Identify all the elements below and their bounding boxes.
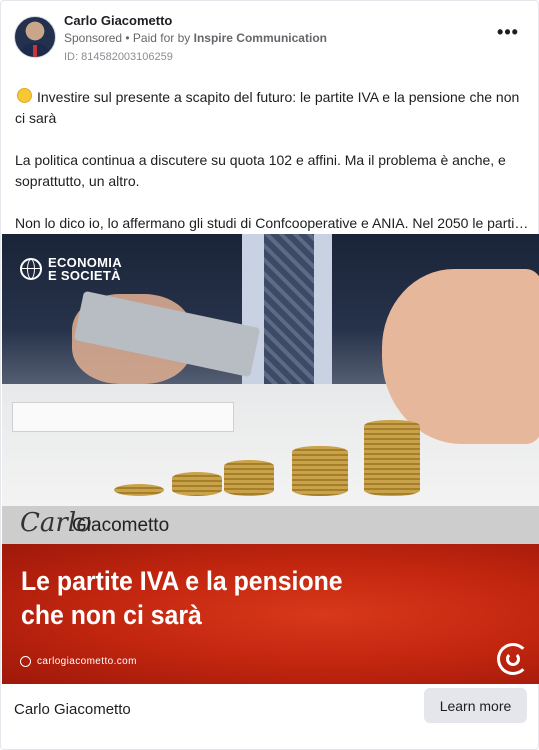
advertiser-avatar[interactable] [14, 16, 56, 58]
signature-surname: Giacometto [72, 515, 170, 536]
coin-stack [292, 446, 348, 496]
learn-more-button[interactable]: Learn more [424, 688, 527, 723]
globe-icon [20, 258, 42, 280]
small-globe-icon [20, 656, 31, 667]
signature-banner: Carlo Giacometto [2, 506, 539, 544]
footer-advertiser-name[interactable]: Carlo Giacometto [14, 701, 131, 718]
photo-right-hand [382, 269, 539, 444]
post-text: Investire sul presente a scapito del fut… [15, 87, 530, 234]
ad-creative-image[interactable]: ECONOMIA E SOCIETÀ Carlo Giacometto Le pa… [2, 234, 539, 684]
photo-notebook [12, 402, 234, 432]
coin-stack [364, 420, 420, 496]
coin-stack [172, 472, 222, 496]
paid-for-by: Inspire Communication [193, 31, 327, 45]
economia-societa-text: ECONOMIA E SOCIETÀ [48, 256, 122, 282]
headline: Le partite IVA e la pensione che non ci … [21, 564, 463, 632]
photo-tie [264, 234, 314, 384]
paid-for-prefix: • Paid for by [122, 31, 194, 45]
sponsored-label: Sponsored [64, 31, 123, 45]
post-line-2: La politica continua a discutere su quot… [15, 152, 506, 189]
coin-stack [224, 460, 274, 496]
ad-id: ID: 814582003106259 [64, 51, 173, 63]
post-line-1-text: Investire sul presente a scapito del fut… [15, 89, 520, 126]
sponsored-line: Sponsored • Paid for by Inspire Communic… [64, 31, 327, 45]
headline-banner: Le partite IVA e la pensione che non ci … [2, 544, 539, 684]
coin-stack [114, 484, 164, 496]
headline-line-2: che non ci sarà [21, 600, 202, 630]
website: carlogiacometto.com [20, 656, 137, 667]
logo-line-2: E SOCIETÀ [48, 268, 121, 283]
advertiser-name[interactable]: Carlo Giacometto [64, 13, 172, 28]
post-line-1: Investire sul presente a scapito del fut… [15, 87, 530, 129]
post-line-3[interactable]: Non lo dico io, lo affermano gli studi d… [15, 213, 530, 234]
ad-card: Carlo Giacometto Sponsored • Paid for by… [0, 0, 539, 750]
coins-photo: ECONOMIA E SOCIETÀ [2, 234, 539, 506]
yellow-circle-icon [17, 88, 32, 103]
website-text: carlogiacometto.com [37, 656, 137, 667]
brand-mark-icon [497, 643, 529, 675]
headline-line-1: Le partite IVA e la pensione [21, 566, 343, 596]
more-options-button[interactable]: ••• [495, 22, 521, 49]
more-horizontal-icon: ••• [497, 22, 519, 42]
economia-societa-logo: ECONOMIA E SOCIETÀ [20, 256, 122, 282]
avatar-tie [33, 45, 37, 57]
